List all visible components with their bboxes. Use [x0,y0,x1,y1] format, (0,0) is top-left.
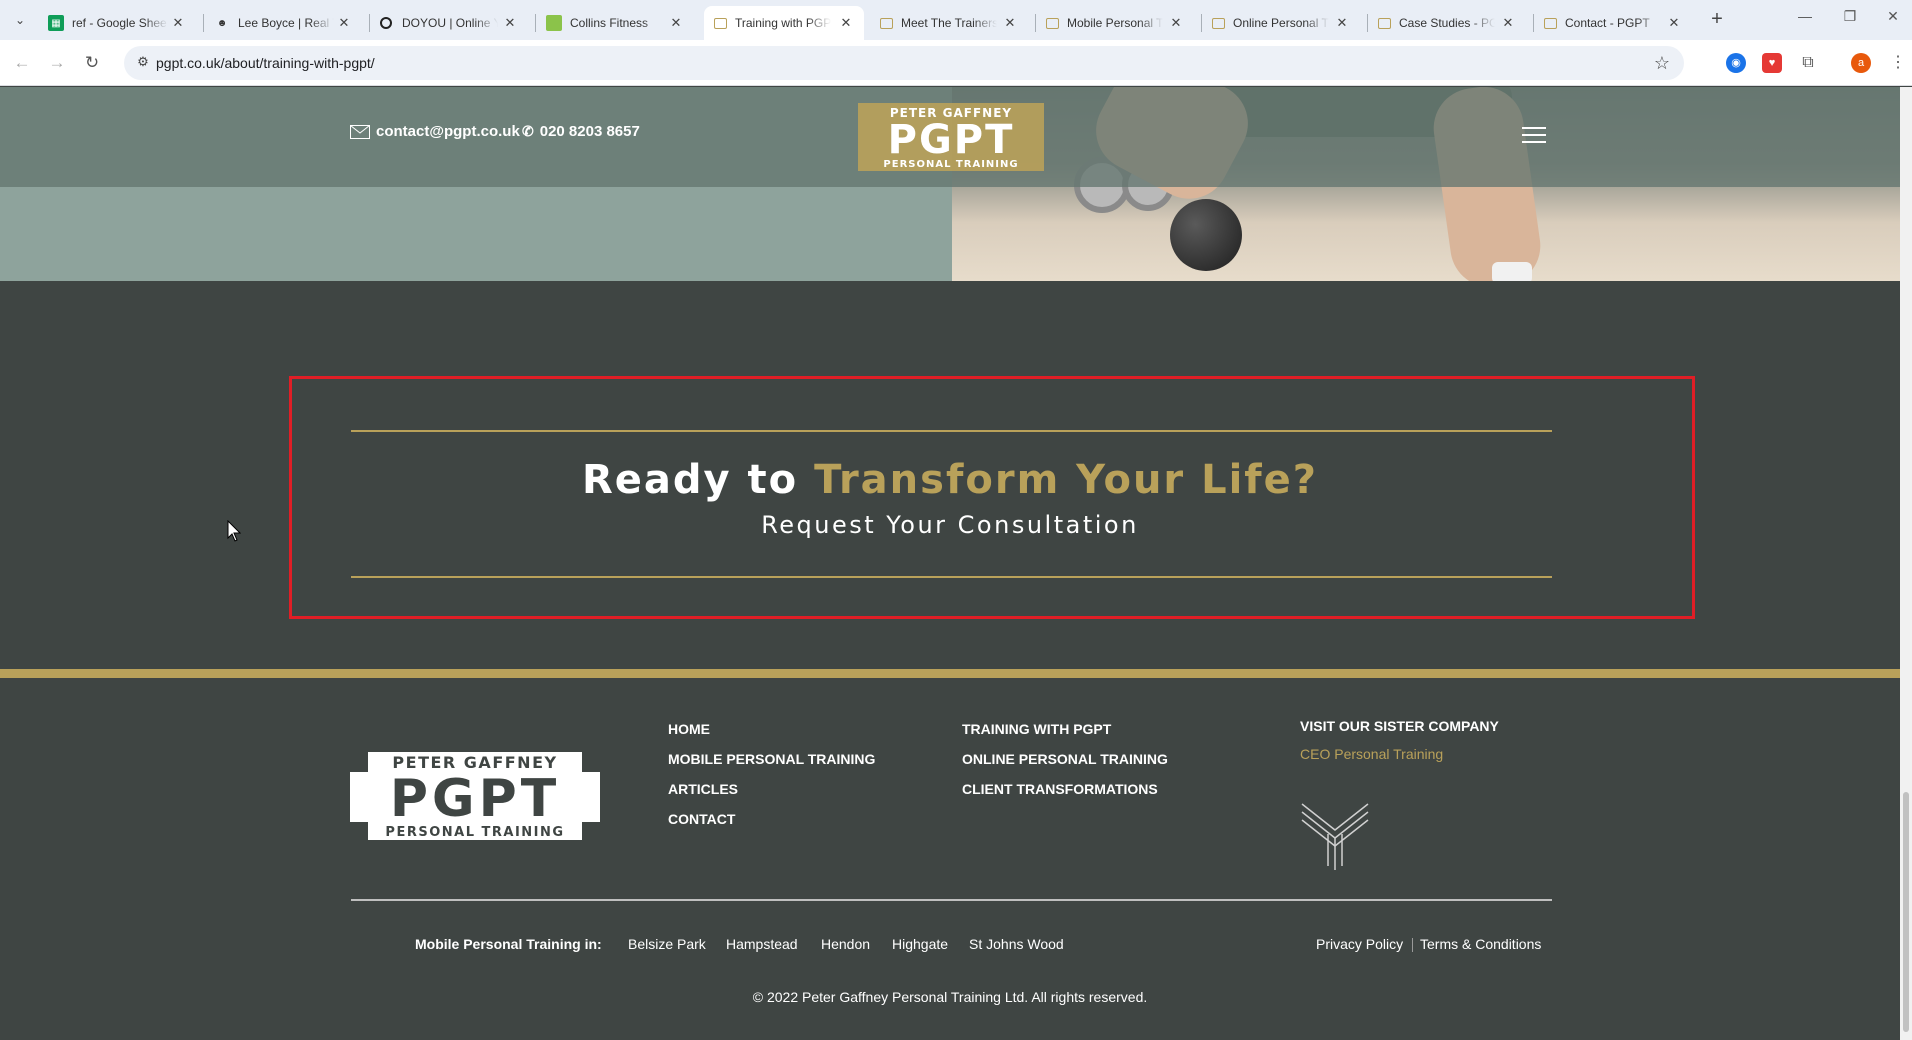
footer-link-training-with-pgpt[interactable]: TRAINING WITH PGPT [962,721,1111,737]
cta-subtitle[interactable]: Request Your Consultation [0,511,1900,539]
extension-shield-icon[interactable]: ♥ [1762,53,1782,73]
close-tab-icon[interactable]: ✕ [1168,15,1184,31]
tab-google-sheets[interactable]: ▦ ref - Google Shee ✕ [38,6,196,40]
sister-company-link[interactable]: CEO Personal Training [1300,746,1443,762]
tab-mobile-personal-training[interactable]: Mobile Personal T ✕ [1036,6,1194,40]
page-scrollbar[interactable] [1900,87,1912,1040]
hamburger-menu-icon[interactable] [1522,127,1546,145]
restore-icon[interactable]: ❐ [1835,8,1865,25]
site-header: contact@pgpt.co.uk ✆ 020 8203 8657 PETER… [0,87,1900,187]
tab-meet-the-trainers[interactable]: Meet The Trainers ✕ [870,6,1028,40]
tab-training-with-pgpt[interactable]: Training with PGP ✕ [704,6,864,40]
page-icon [1046,17,1059,29]
person-icon: ☻ [216,17,228,29]
page-icon [714,17,727,29]
close-tab-icon[interactable]: ✕ [1666,15,1682,31]
cta-title: Ready to Transform Your Life? [0,457,1900,503]
footer-logo-main-text: PGPT [390,769,560,829]
site-info-icon[interactable]: ⚙ [134,54,152,72]
close-tab-icon[interactable]: ✕ [170,15,186,31]
reload-icon[interactable]: ↻ [80,51,104,75]
cta-title-gold: Transform Your Life? [814,457,1319,503]
close-tab-icon[interactable]: ✕ [1334,15,1350,31]
profile-avatar[interactable]: a [1851,53,1871,73]
header-logo[interactable]: PETER GAFFNEY PGPT PERSONAL TRAINING [858,103,1044,171]
back-arrow-icon[interactable]: ← [10,51,34,75]
hero-section: contact@pgpt.co.uk ✆ 020 8203 8657 PETER… [0,87,1900,281]
url-text[interactable]: pgpt.co.uk/about/training-with-pgpt/ [156,55,375,71]
area-link-st-johns-wood[interactable]: St Johns Wood [969,936,1064,952]
sheets-icon: ▦ [48,15,64,31]
footer-logo[interactable]: PETER GAFFNEY PGPT PERSONAL TRAINING [350,750,600,841]
sock [1492,262,1532,281]
close-tab-icon[interactable]: ✕ [668,15,684,31]
footer-link-mobile-personal-training[interactable]: MOBILE PERSONAL TRAINING [668,751,875,767]
sister-company-heading: VISIT OUR SISTER COMPANY [1300,718,1499,734]
ring-icon [380,17,392,29]
footer-link-online-personal-training[interactable]: ONLINE PERSONAL TRAINING [962,751,1168,767]
page-icon [1212,17,1225,29]
scrollbar-thumb[interactable] [1903,792,1909,1032]
header-email-text[interactable]: contact@pgpt.co.uk [376,123,520,140]
extension-globe-icon[interactable]: ◉ [1726,53,1746,73]
terms-conditions-link[interactable]: Terms & Conditions [1420,936,1541,952]
close-tab-icon[interactable]: ✕ [336,15,352,31]
address-bar[interactable]: ⚙ pgpt.co.uk/about/training-with-pgpt/ ☆ [124,46,1684,80]
close-tab-icon[interactable]: ✕ [1002,15,1018,31]
footer-link-home[interactable]: HOME [668,721,710,737]
cta-bottom-rule [351,576,1552,578]
cta-title-white: Ready to [581,457,815,503]
medicine-ball [1170,199,1242,271]
footer-logo-bottom-text: PERSONAL TRAINING [385,825,564,840]
tab-lee-boyce[interactable]: ☻ Lee Boyce | Real T ✕ [204,6,362,40]
close-tab-icon[interactable]: ✕ [838,15,854,31]
areas-label: Mobile Personal Training in: [415,936,602,952]
square-icon [546,15,562,31]
tab-doyou[interactable]: DOYOU | Online Y ✕ [370,6,528,40]
page-icon [880,17,893,29]
footer-divider [351,899,1552,901]
page-icon [1378,17,1391,29]
area-link-hampstead[interactable]: Hampstead [726,936,798,952]
header-phone[interactable]: ✆ 020 8203 8657 [522,123,640,140]
footer-gold-band [0,669,1900,678]
area-link-belsize-park[interactable]: Belsize Park [628,936,706,952]
page-viewport: contact@pgpt.co.uk ✆ 020 8203 8657 PETER… [0,87,1900,1040]
page-icon [1544,17,1557,29]
tab-online-personal-training[interactable]: Online Personal Tr ✕ [1202,6,1360,40]
header-email[interactable]: contact@pgpt.co.uk [350,123,520,140]
extensions-puzzle-icon[interactable]: ⧉ [1798,53,1818,73]
minimize-icon[interactable]: — [1790,8,1820,24]
footer-link-articles[interactable]: ARTICLES [668,781,738,797]
area-link-highgate[interactable]: Highgate [892,936,948,952]
bookmark-star-icon[interactable]: ☆ [1654,53,1670,74]
browser-toolbar: ← → ↻ ⚙ pgpt.co.uk/about/training-with-p… [0,40,1912,86]
browser-menu-icon[interactable]: ⋮ [1888,53,1908,73]
tab-collins-fitness[interactable]: Collins Fitness ✕ [536,6,694,40]
tab-contact-pgpt[interactable]: Contact - PGPT ✕ [1534,6,1692,40]
logo-main-text: PGPT [888,117,1015,163]
cta-top-rule [351,430,1552,432]
logo-bottom-text: PERSONAL TRAINING [883,159,1018,170]
footer-link-contact[interactable]: CONTACT [668,811,735,827]
header-phone-text[interactable]: 020 8203 8657 [540,123,640,140]
copyright-text: © 2022 Peter Gaffney Personal Training L… [752,989,1148,1005]
site-footer [0,678,1900,1040]
envelope-icon [350,124,370,139]
browser-tab-bar: ⌄ ▦ ref - Google Shee ✕ ☻ Lee Boyce | Re… [0,0,1912,40]
close-tab-icon[interactable]: ✕ [502,15,518,31]
legal-separator [1412,938,1413,952]
close-window-icon[interactable]: ✕ [1878,8,1908,25]
tab-case-studies[interactable]: Case Studies - PG ✕ [1368,6,1526,40]
privacy-policy-link[interactable]: Privacy Policy [1316,936,1403,952]
mouse-cursor-icon [227,520,241,542]
area-link-hendon[interactable]: Hendon [821,936,870,952]
phone-icon: ✆ [522,123,534,139]
sister-company-logo[interactable] [1300,800,1370,872]
footer-link-client-transformations[interactable]: CLIENT TRANSFORMATIONS [962,781,1158,797]
close-tab-icon[interactable]: ✕ [1500,15,1516,31]
new-tab-plus-icon[interactable]: + [1705,8,1729,32]
forward-arrow-icon[interactable]: → [45,51,69,75]
tab-search-chevron-icon[interactable]: ⌄ [8,8,32,32]
